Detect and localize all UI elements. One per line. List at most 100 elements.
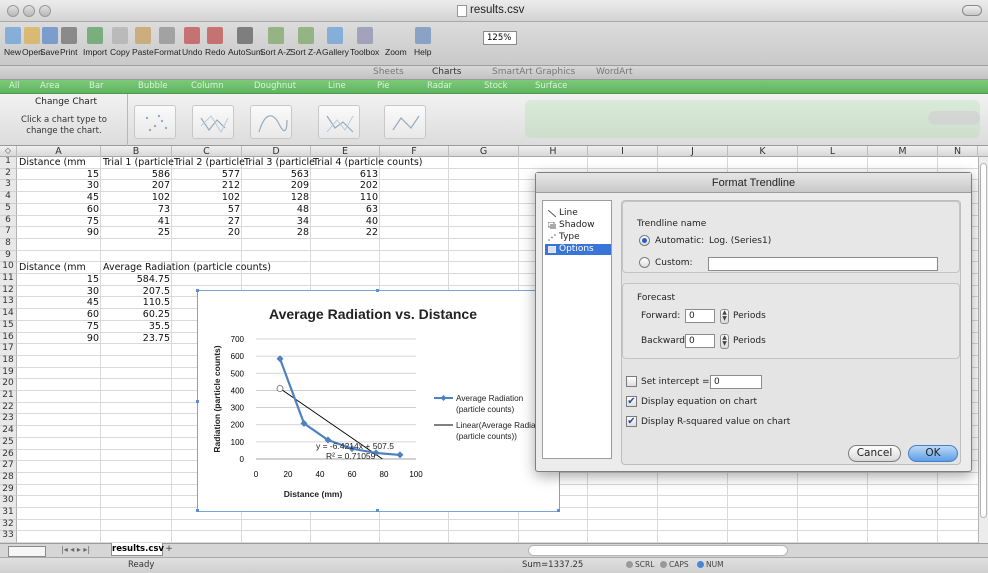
gallery-tab-column[interactable]: Column: [191, 81, 224, 91]
cell-a3[interactable]: 30: [17, 181, 101, 191]
column-header-n[interactable]: N: [938, 146, 978, 157]
toolbar-paste-button[interactable]: Paste: [132, 22, 154, 57]
cell-b2[interactable]: 586: [101, 170, 172, 180]
cell-e5[interactable]: 63: [311, 205, 380, 215]
gallery-tab-line[interactable]: Line: [328, 81, 346, 91]
chart-resize-handle[interactable]: [376, 289, 379, 292]
toolbar-print-button[interactable]: Print: [60, 22, 77, 57]
forward-periods-input[interactable]: 0: [685, 309, 715, 323]
row-header-33[interactable]: 33: [0, 531, 17, 543]
gallery-tab-stock[interactable]: Stock: [484, 81, 508, 91]
column-header-g[interactable]: G: [449, 146, 519, 157]
trendline-equation[interactable]: y = -6.4214x + 507.5: [316, 441, 394, 451]
cell-d4[interactable]: 128: [242, 193, 311, 203]
toolbar-zoom-button[interactable]: Zoom: [385, 22, 407, 57]
chart-resize-handle[interactable]: [196, 289, 199, 292]
cell-c1[interactable]: Trial 2 (particle: [172, 158, 247, 168]
cell-b11[interactable]: 584.75: [101, 275, 172, 285]
cell-b3[interactable]: 207: [101, 181, 172, 191]
gallery-tab-surface[interactable]: Surface: [535, 81, 567, 91]
cell-d6[interactable]: 34: [242, 217, 311, 227]
sidebar-item-options[interactable]: Options: [545, 244, 611, 255]
backward-periods-stepper[interactable]: ▲ ▼: [720, 334, 729, 349]
add-sheet-button[interactable]: +: [163, 544, 175, 555]
column-header-i[interactable]: I: [588, 146, 658, 157]
cell-b10[interactable]: Average Radiation (particle counts): [101, 263, 273, 273]
cell-b13[interactable]: 110.5: [101, 298, 172, 308]
column-header-a[interactable]: A: [17, 146, 101, 157]
vertical-scroll-thumb[interactable]: [980, 163, 987, 518]
sidebar-item-line[interactable]: Line: [545, 208, 611, 219]
select-all-corner[interactable]: ◇: [0, 146, 17, 157]
column-header-b[interactable]: B: [101, 146, 172, 157]
minimize-window-button[interactable]: [23, 5, 35, 17]
toolbar-redo-button[interactable]: Redo: [205, 22, 225, 57]
cell-b14[interactable]: 60.25: [101, 310, 172, 320]
set-intercept-checkbox[interactable]: [626, 376, 637, 387]
cell-b16[interactable]: 23.75: [101, 334, 172, 344]
chart-type-thumb-scatter-straight[interactable]: [318, 105, 360, 139]
ribbon-tab-sheets[interactable]: Sheets: [369, 67, 408, 77]
gallery-tab-area[interactable]: Area: [40, 81, 60, 91]
column-header-e[interactable]: E: [311, 146, 380, 157]
trendline-handle[interactable]: [276, 385, 284, 392]
cell-e2[interactable]: 613: [311, 170, 380, 180]
cell-b4[interactable]: 102: [101, 193, 172, 203]
cell-a12[interactable]: 30: [17, 287, 101, 297]
column-header-h[interactable]: H: [519, 146, 588, 157]
ok-button[interactable]: OK: [908, 445, 958, 462]
automatic-name-radio[interactable]: [639, 235, 650, 246]
cell-b6[interactable]: 41: [101, 217, 172, 227]
cell-d3[interactable]: 209: [242, 181, 311, 191]
ribbon-tab-smartart-graphics[interactable]: SmartArt Graphics: [488, 67, 579, 77]
cell-d5[interactable]: 48: [242, 205, 311, 215]
chart-type-thumb-scatter-straight-only[interactable]: [384, 105, 426, 139]
cell-c4[interactable]: 102: [172, 193, 242, 203]
cell-a5[interactable]: 60: [17, 205, 101, 215]
intercept-value-input[interactable]: 0: [710, 375, 762, 389]
embedded-chart[interactable]: Average Radiation vs. Distance 0 100 200 30…: [196, 289, 560, 512]
cell-b12[interactable]: 207.5: [101, 287, 172, 297]
cell-a2[interactable]: 15: [17, 170, 101, 180]
chart-resize-handle[interactable]: [196, 400, 199, 403]
sheet-tab-results[interactable]: results.csv: [111, 543, 164, 556]
zoom-select[interactable]: 125%: [483, 31, 517, 45]
cell-c7[interactable]: 20: [172, 228, 242, 238]
cell-e6[interactable]: 40: [311, 217, 380, 227]
gallery-tab-bubble[interactable]: Bubble: [138, 81, 168, 91]
toolbar-autosum-button[interactable]: AutoSum: [228, 22, 263, 57]
cell-c5[interactable]: 57: [172, 205, 242, 215]
sidebar-item-type[interactable]: Type: [545, 232, 611, 243]
custom-name-radio[interactable]: [639, 257, 650, 268]
display-r-squared-checkbox[interactable]: ✔: [626, 416, 637, 427]
toolbar-help-button[interactable]: Help: [414, 22, 431, 57]
cell-a10[interactable]: Distance (mm: [17, 263, 88, 273]
gallery-tab-doughnut[interactable]: Doughnut: [254, 81, 296, 91]
cell-d2[interactable]: 563: [242, 170, 311, 180]
toolbar-sort-a-z-button[interactable]: Sort A-Z: [260, 22, 291, 57]
toolbar-sort-z-a-button[interactable]: Sort Z-A: [290, 22, 322, 57]
custom-name-input[interactable]: [708, 257, 938, 271]
chart-resize-handle[interactable]: [376, 509, 379, 512]
toolbar-save-button[interactable]: Save: [40, 22, 59, 57]
cell-c3[interactable]: 212: [172, 181, 242, 191]
chart-resize-handle[interactable]: [196, 509, 199, 512]
chart-type-thumb-scatter-markers[interactable]: [134, 105, 176, 139]
column-header-f[interactable]: F: [380, 146, 449, 157]
cell-e1[interactable]: Trial 4 (particle counts): [311, 158, 425, 168]
cell-a1[interactable]: Distance (mm: [17, 158, 88, 168]
cell-a7[interactable]: 90: [17, 228, 101, 238]
zoom-window-button[interactable]: [39, 5, 51, 17]
display-equation-checkbox[interactable]: ✔: [626, 396, 637, 407]
cell-b1[interactable]: Trial 1 (particle: [101, 158, 176, 168]
toolbar-toggle-button[interactable]: [962, 5, 982, 16]
cell-b15[interactable]: 35.5: [101, 322, 172, 332]
cell-a16[interactable]: 90: [17, 334, 101, 344]
cell-b5[interactable]: 73: [101, 205, 172, 215]
cell-e7[interactable]: 22: [311, 228, 380, 238]
toolbar-copy-button[interactable]: Copy: [110, 22, 130, 57]
vertical-scrollbar[interactable]: [978, 157, 988, 543]
cancel-button[interactable]: Cancel: [848, 445, 901, 462]
column-header-d[interactable]: D: [242, 146, 311, 157]
column-header-c[interactable]: C: [172, 146, 242, 157]
